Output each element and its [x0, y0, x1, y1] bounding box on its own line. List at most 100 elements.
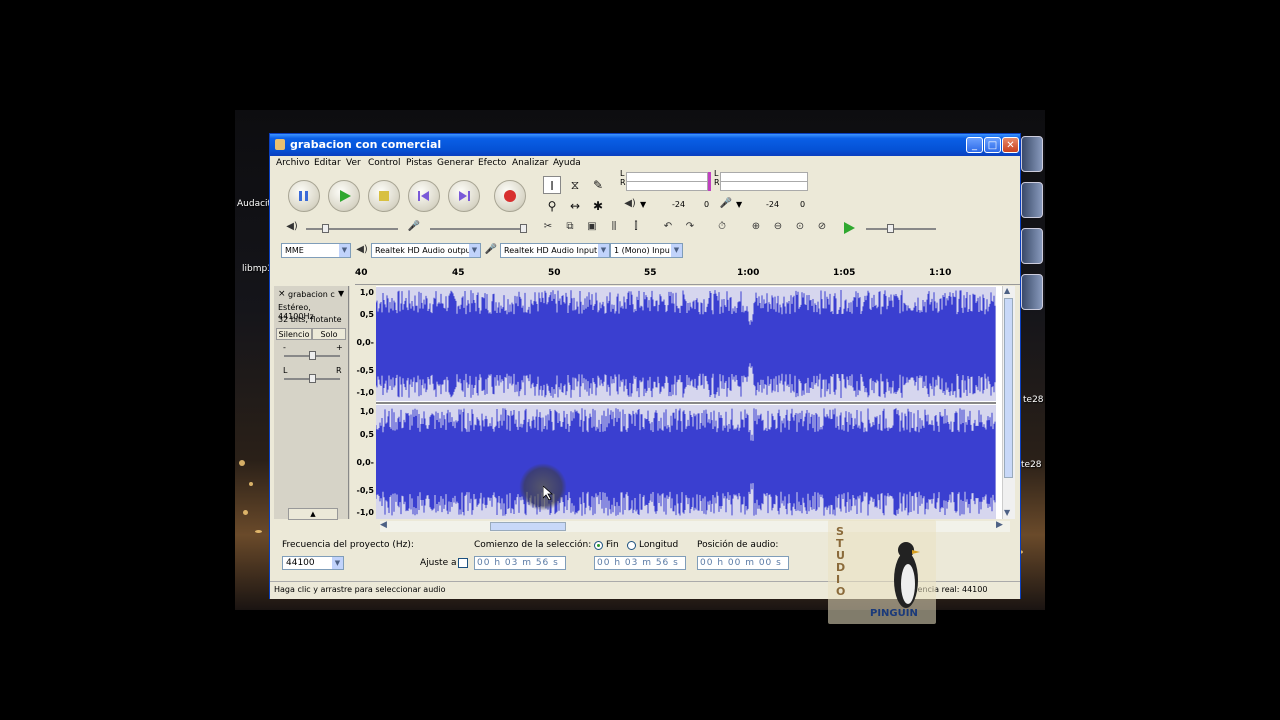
menu-analizar[interactable]: Analizar — [512, 158, 548, 168]
sync-lock-icon[interactable]: ⏱ — [714, 219, 730, 235]
solo-button[interactable]: Solo — [312, 328, 346, 340]
track-format-bits: 32 bits, flotante — [278, 315, 342, 324]
redo-icon[interactable]: ↷ — [682, 219, 698, 235]
scroll-down-icon[interactable]: ▼ — [1004, 508, 1010, 517]
menu-ayuda[interactable]: Ayuda — [553, 158, 581, 168]
close-button[interactable]: ✕ — [1002, 137, 1019, 153]
output-device-select[interactable]: Realtek HD Audio outpu ▼ — [371, 243, 481, 258]
scroll-right-icon[interactable]: ▶ — [996, 520, 1003, 530]
skip-start-button[interactable] — [408, 180, 440, 212]
ruler-label: 50 — [548, 268, 561, 278]
menu-efecto[interactable]: Efecto — [478, 158, 506, 168]
desktop-label-te28[interactable]: te28 — [1023, 395, 1044, 405]
audio-position-field[interactable]: 00 h 00 m 00 s — [697, 556, 789, 570]
output-volume-slider[interactable] — [306, 228, 398, 230]
scroll-up-icon[interactable]: ▲ — [1004, 286, 1010, 295]
mute-button[interactable]: Silencio — [276, 328, 312, 340]
chevron-down-icon: ▼ — [332, 557, 343, 569]
desktop-shortcut-icon[interactable] — [1021, 274, 1043, 310]
double-arrow-icon: ↔ — [569, 199, 581, 213]
dropdown-arrow-icon[interactable]: ▼ — [736, 200, 742, 209]
fit-project-icon[interactable]: ⊘ — [814, 219, 830, 235]
play-speed-thumb[interactable] — [887, 224, 894, 233]
track-menu-icon[interactable]: ▼ — [338, 289, 344, 298]
cut-icon[interactable]: ✂ — [540, 219, 556, 235]
time-shift-tool[interactable]: ↔ — [566, 197, 584, 215]
menu-editar[interactable]: Editar — [314, 158, 341, 168]
pause-button[interactable] — [288, 180, 320, 212]
close-track-icon[interactable]: × — [278, 289, 286, 299]
play-button[interactable] — [328, 180, 360, 212]
input-volume-thumb[interactable] — [520, 224, 527, 233]
input-device-select[interactable]: Realtek HD Audio Input ▼ — [500, 243, 610, 258]
desktop-shortcut-icon[interactable] — [1021, 136, 1043, 172]
copy-icon[interactable]: ⧉ — [562, 219, 578, 235]
draw-tool[interactable]: ✎ — [589, 176, 607, 194]
horizontal-scroll-thumb[interactable] — [490, 522, 566, 531]
desktop-shortcut-icon[interactable] — [1021, 228, 1043, 264]
zoom-in-icon[interactable]: ⊕ — [748, 219, 764, 235]
maximize-button[interactable]: □ — [984, 137, 1001, 153]
play-at-speed-icon[interactable] — [842, 221, 856, 235]
title-bar[interactable]: grabacion con comercial _ □ ✕ — [270, 134, 1020, 156]
multi-tool[interactable]: ✱ — [589, 197, 607, 215]
channels-value: 1 (Mono) Inpu — [614, 246, 670, 255]
audacity-app-icon — [275, 139, 285, 150]
selection-end-field[interactable]: 00 h 03 m 56 s — [594, 556, 686, 570]
dropdown-arrow-icon[interactable]: ▼ — [640, 200, 646, 209]
menu-ver[interactable]: Ver — [346, 158, 361, 168]
vertical-scrollbar[interactable]: ▲ ▼ — [1002, 286, 1015, 519]
desktop-label-te28[interactable]: te28 — [1021, 460, 1042, 470]
toolbars: I ⧖ ✎ ⚲ ↔ ✱ L R L R ◀) ▼ -24 0 🎤 ▼ -24 0… — [270, 169, 1020, 254]
snap-to-checkbox[interactable] — [458, 558, 468, 568]
desktop-shortcut-icon[interactable] — [1021, 182, 1043, 218]
skip-end-button[interactable] — [448, 180, 480, 212]
timeline-ruler[interactable]: 40 45 50 55 1:00 1:05 1:10 — [355, 266, 1020, 285]
vertical-scroll-thumb[interactable] — [1004, 298, 1013, 478]
silence-icon[interactable]: ⫿ — [628, 219, 644, 235]
minimize-button[interactable]: _ — [966, 137, 983, 153]
asterisk-icon: ✱ — [592, 199, 604, 213]
channels-select[interactable]: 1 (Mono) Inpu ▼ — [610, 243, 683, 258]
pan-slider-thumb[interactable] — [309, 374, 316, 383]
menu-generar[interactable]: Generar — [437, 158, 474, 168]
meter-scale-label: 0 — [704, 200, 710, 209]
scroll-left-icon[interactable]: ◀ — [380, 520, 387, 530]
output-volume-thumb[interactable] — [322, 224, 329, 233]
waveform-area[interactable] — [375, 286, 1002, 519]
record-button[interactable] — [494, 180, 526, 212]
menu-control[interactable]: Control — [368, 158, 401, 168]
input-volume-slider[interactable] — [430, 228, 522, 230]
microphone-icon[interactable]: 🎤 — [718, 196, 734, 212]
pan-right-label: R — [336, 366, 342, 375]
stop-button[interactable] — [368, 180, 400, 212]
envelope-tool[interactable]: ⧖ — [566, 176, 584, 194]
amp-label: 0,5 — [359, 310, 374, 319]
play-speed-slider[interactable] — [866, 228, 936, 230]
project-rate-select[interactable]: 44100 ▼ — [282, 556, 344, 570]
fit-selection-icon[interactable]: ⊙ — [792, 219, 808, 235]
selection-tool[interactable]: I — [543, 176, 561, 194]
zoom-out-icon[interactable]: ⊖ — [770, 219, 786, 235]
city-light — [249, 482, 253, 486]
gain-minus-label: - — [283, 343, 286, 352]
host-select[interactable]: MME ▼ — [281, 243, 351, 258]
speaker-icon[interactable]: ◀) — [622, 196, 638, 212]
chevron-down-icon: ▼ — [598, 244, 609, 257]
window-title: grabacion con comercial — [290, 138, 442, 151]
collapse-track-button[interactable]: ▲ — [288, 508, 338, 520]
end-radio[interactable] — [594, 541, 603, 550]
trim-icon[interactable]: ⫼ — [606, 219, 622, 235]
playback-meter-right[interactable] — [626, 181, 708, 191]
city-light — [239, 460, 245, 466]
selection-start-field[interactable]: 00 h 03 m 56 s — [474, 556, 566, 570]
menu-archivo[interactable]: Archivo — [276, 158, 310, 168]
undo-icon[interactable]: ↶ — [660, 219, 676, 235]
paste-icon[interactable]: ▣ — [584, 219, 600, 235]
menu-pistas[interactable]: Pistas — [406, 158, 432, 168]
length-radio[interactable] — [627, 541, 636, 550]
zoom-tool[interactable]: ⚲ — [543, 197, 561, 215]
record-meter-right[interactable] — [720, 181, 808, 191]
track-name[interactable]: grabacion c — [288, 290, 335, 299]
gain-slider-thumb[interactable] — [309, 351, 316, 360]
